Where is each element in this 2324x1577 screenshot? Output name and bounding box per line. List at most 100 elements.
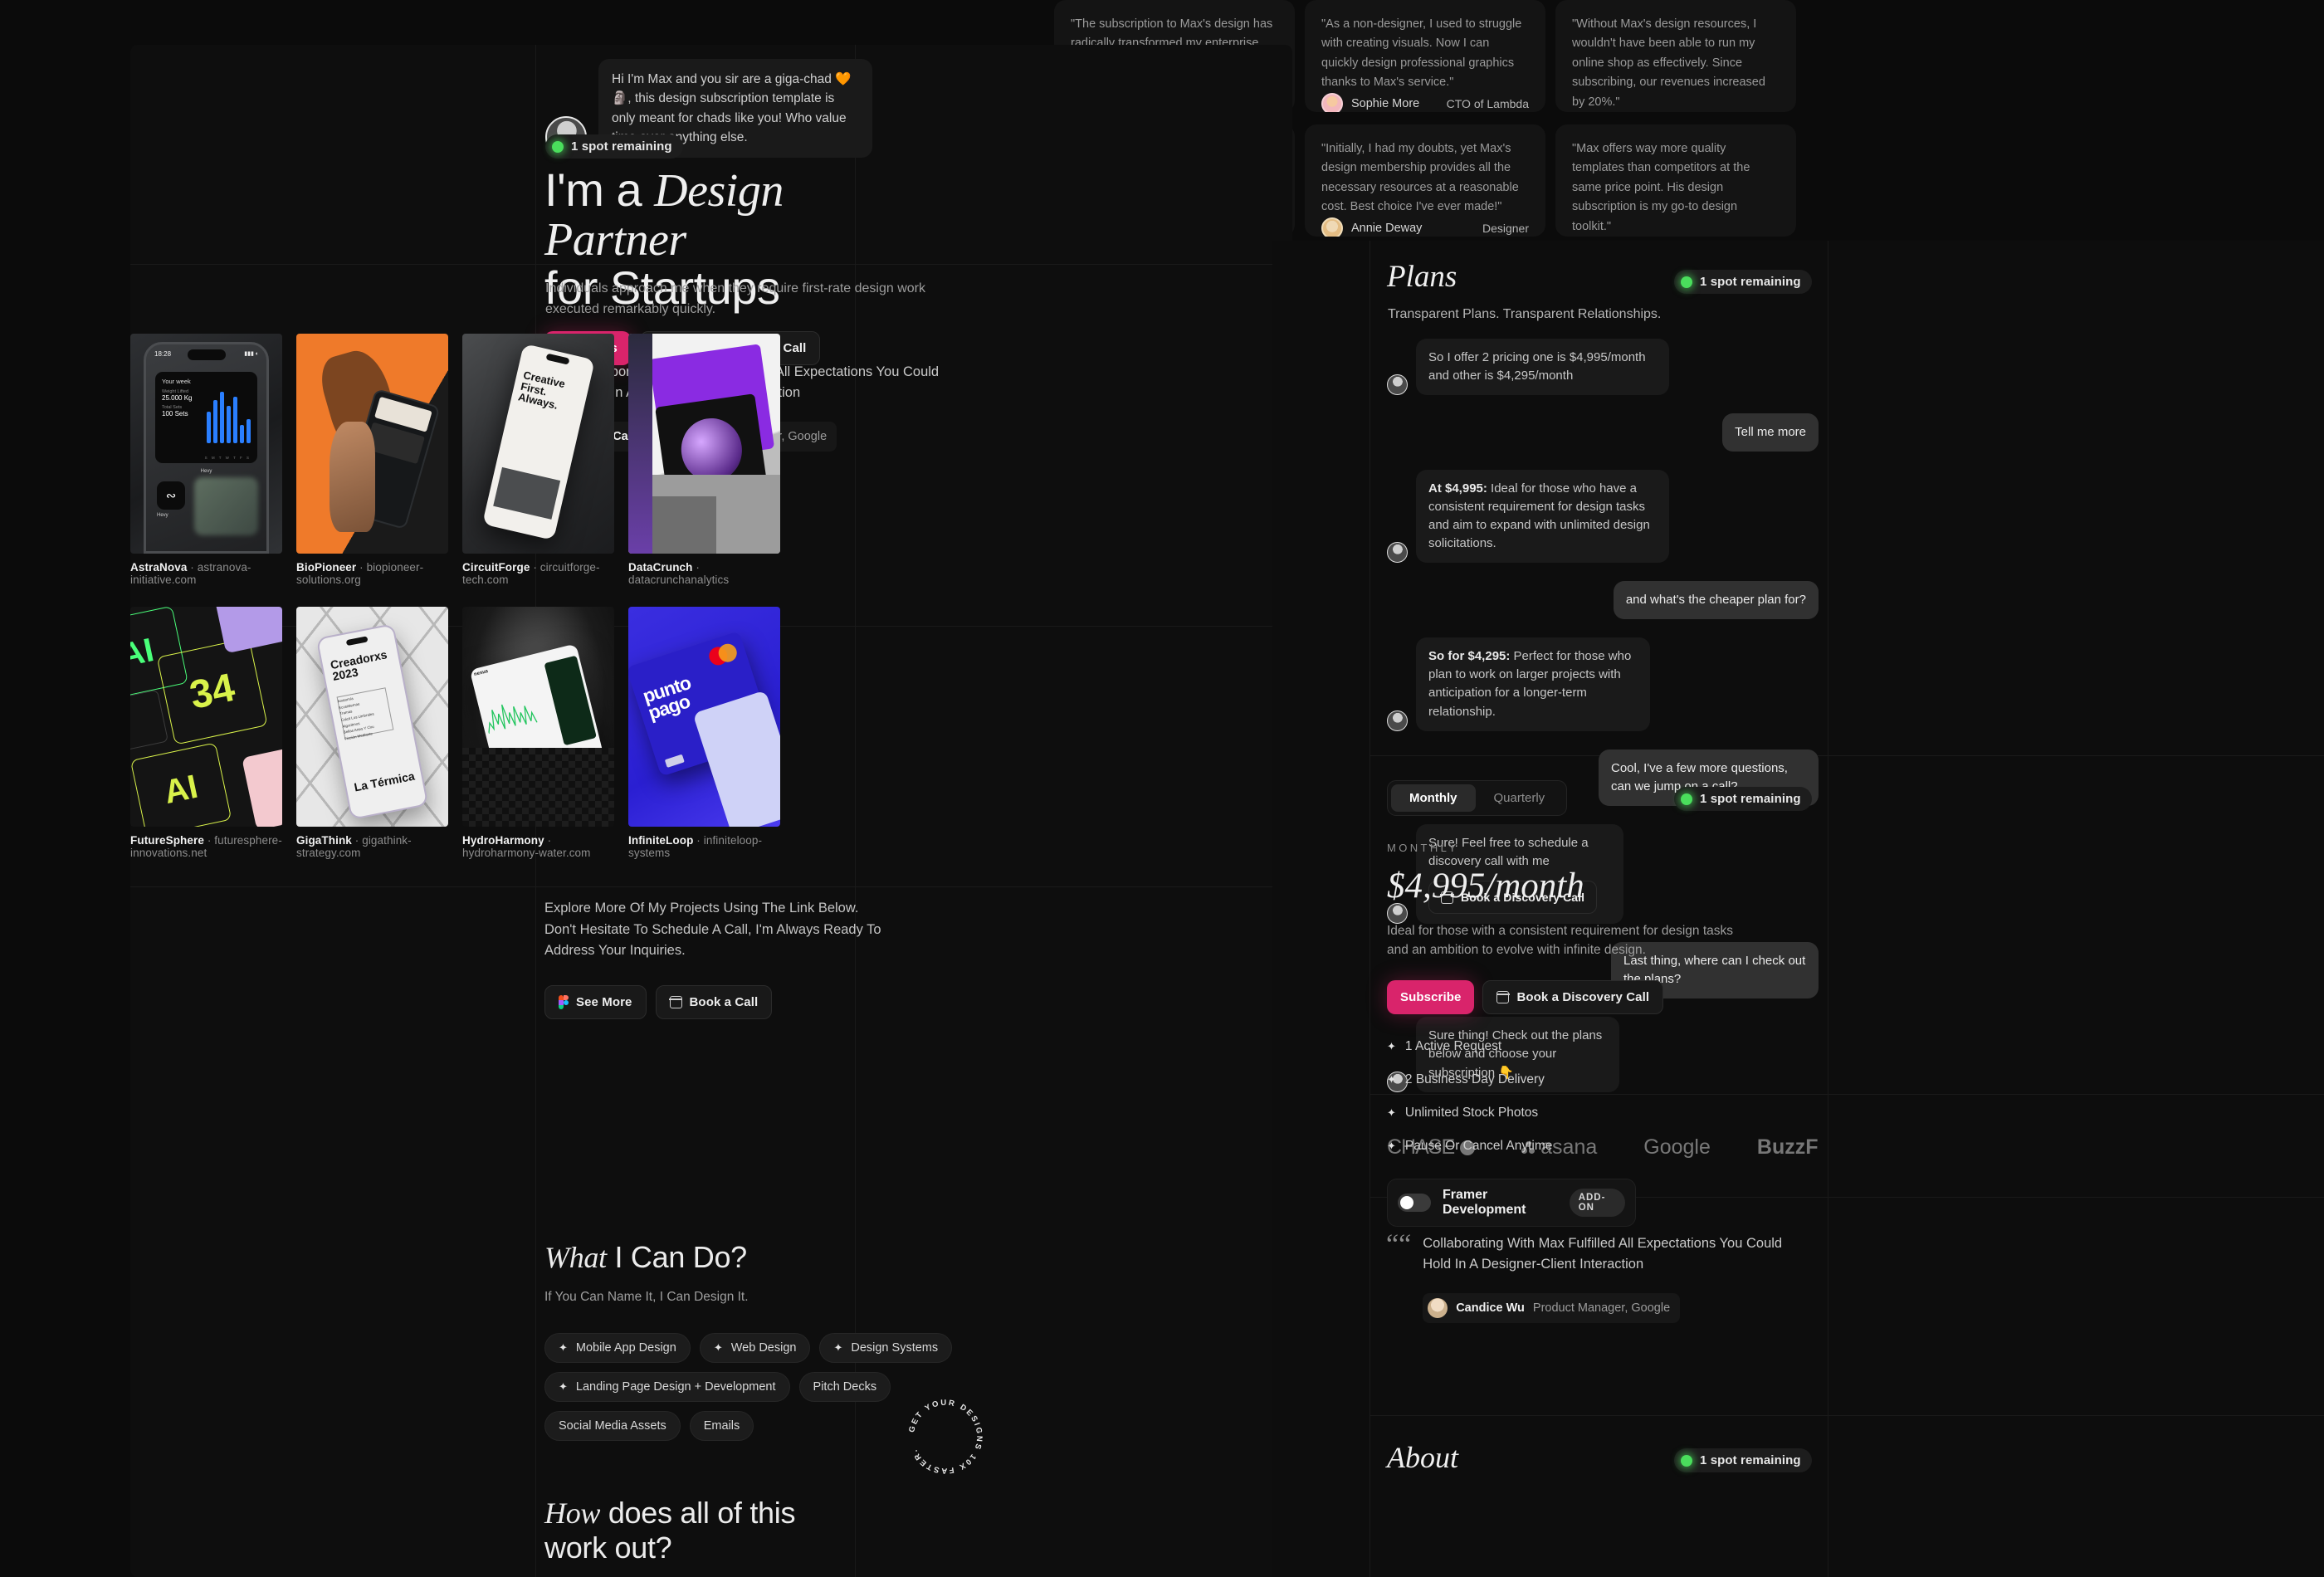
skill-tag[interactable]: ✦ Web Design [699,1333,811,1363]
skill-tag[interactable]: ✦ Mobile App Design [544,1333,691,1363]
book-a-call-button[interactable]: Book a Call [655,984,773,1019]
avatar [1387,710,1408,731]
calendar-icon [1496,990,1511,1003]
hero-spot-badge: 1 spot remaining [545,134,683,159]
project-card[interactable]: nexus HydroHarmony · hydroharmony-water.… [462,607,614,859]
logo-asana: asana [1521,1135,1597,1160]
how-heading: How does all of this work out? [544,1496,937,1565]
project-name: InfiniteLoop [628,834,694,847]
status-dot [1681,1454,1692,1467]
skill-tag[interactable]: Pitch Decks [798,1372,891,1402]
quote-author-name: Candice Wu [1456,1301,1525,1315]
pricing-cta-row: Subscribe Book a Discovery Call [1387,979,1810,1014]
pricing-card: MONTHLY $4,995/month Ideal for those wit… [1387,842,1810,1227]
project-card[interactable]: 18:28 ▮▮▮ ◐ Your week Weight Lifted 25.0… [130,334,282,586]
project-thumbnail [628,334,780,554]
tab-quarterly[interactable]: Quarterly [1476,784,1564,812]
testimonial-card[interactable]: "As a non-designer, I used to struggle w… [1305,0,1545,112]
bottom-quote-block: ““ Collaborating With Max Fulfilled All … [1386,1229,1796,1323]
spot-label: 1 spot remaining [1700,275,1801,289]
testimonial-quote: "Initially, I had my doubts, yet Max's d… [1321,142,1519,214]
sparkle-icon: ✦ [1387,1106,1396,1119]
sparkle-icon: ✦ [1387,1039,1396,1052]
see-more-label: See More [576,994,632,1009]
spot-label: 1 spot remaining [571,139,672,154]
chat-bubble: So for $4,295: Perfect for those who pla… [1416,637,1650,731]
skill-tag[interactable]: ✦ Design Systems [819,1333,953,1363]
spot-label: 1 spot remaining [1700,792,1801,806]
quote-attribution[interactable]: Candice Wu Product Manager, Google [1423,1292,1681,1323]
tab-monthly[interactable]: Monthly [1391,784,1476,812]
plans-heading: Plans [1387,260,1457,294]
addon-toggle-switch[interactable] [1398,1193,1431,1212]
addon-row[interactable]: Framer Development ADD-ON [1387,1178,1636,1227]
pricing-kicker: MONTHLY [1387,842,1459,854]
project-label: CircuitForge · circuitforge-tech.com [462,561,600,586]
plans-preview-panel: Plans 1 spot remaining Transparent Plans… [1272,241,2324,1577]
project-thumbnail: Creadorxs 2023 Anatomía Ecosistemas Tramas C… [296,607,448,827]
project-name: DataCrunch [628,561,693,574]
sparkle-icon: ✦ [833,1341,843,1354]
testimonial-name: Annie Deway [1351,221,1423,235]
skills-heading-rest: I Can Do? [606,1240,747,1274]
feature-item: ✦ 2 Business Day Delivery [1387,1072,1545,1086]
chat-message-right: and what's the cheaper plan for? [1387,581,1819,620]
pricing-amount: $4,995/month [1387,867,1584,906]
how-heading-italic: How [544,1496,601,1530]
project-url: hydroharmony-water.com [462,847,591,859]
chat-message-left: So for $4,295: Perfect for those who pla… [1387,637,1819,731]
quote-icon: ““ [1386,1229,1412,1260]
feature-item: ✦ Unlimited Stock Photos [1387,1105,1539,1120]
skill-tag[interactable]: Social Media Assets [544,1411,681,1441]
testimonial-role: Designer [1482,221,1529,235]
sparkle-icon: ✦ [713,1341,723,1354]
chat-bubble: At $4,995: Ideal for those who have a co… [1416,470,1669,564]
title-part-a: I'm a [544,164,655,216]
project-card[interactable]: BioPioneer · biopioneer-solutions.org [296,334,448,586]
pricing-spot-badge: 1 spot remaining [1674,787,1812,811]
avatar [1387,374,1408,396]
project-label: FutureSphere · futuresphere-innovations.… [130,834,282,859]
project-thumbnail: Creative First. Always. [462,334,614,554]
chat-bubble-bold: So for $4,295: [1428,649,1511,664]
testimonial-role: CTO of Lambda [1446,96,1529,110]
project-card[interactable]: Creative First. Always. CircuitForge · cir… [462,334,614,586]
billing-period-toggle[interactable]: Monthly Quarterly [1387,780,1568,816]
testimonial-card[interactable]: "Max offers way more quality templates t… [1555,124,1796,237]
about-heading: About [1387,1441,1458,1474]
skill-tag[interactable]: Emails [689,1411,754,1441]
avatar [1321,92,1343,112]
chat-bubble: Tell me more [1722,413,1819,452]
testimonial-card[interactable]: "Initially, I had my doubts, yet Max's d… [1305,124,1545,237]
project-thumbnail: 18:28 ▮▮▮ ◐ Your week Weight Lifted 25.0… [130,334,282,554]
book-discovery-call-button[interactable]: Book a Discovery Call [1482,979,1664,1014]
project-card[interactable]: punto pago InfiniteLoop · infiniteloop-sy… [628,607,780,859]
project-label: BioPioneer · biopioneer-solutions.org [296,561,424,586]
how-heading-line2: work out? [544,1531,672,1565]
divider [1370,1415,2324,1416]
project-name: GigaThink [296,834,352,847]
project-thumbnail [296,334,448,554]
project-card[interactable]: AI 34 AI FutureSphere · futuresphere-inn… [130,607,282,859]
plans-spot-badge: 1 spot remaining [1674,270,1812,294]
chat-bubble-bold: At $4,995: [1428,481,1487,496]
skill-tag[interactable]: ✦ Landing Page Design + Development [544,1372,790,1402]
testimonial-name: Sophie More [1351,96,1420,110]
quote-author-role: Product Manager, Google [1532,1301,1671,1315]
plans-subtitle: Transparent Plans. Transparent Relations… [1388,307,1662,321]
sparkle-icon: ✦ [1387,1072,1396,1086]
testimonial-quote: "As a non-designer, I used to struggle w… [1321,17,1522,90]
testimonial-quote: "Max offers way more quality templates t… [1572,142,1750,233]
project-card[interactable]: DataCrunch · datacrunchanalytics [628,334,780,586]
see-more-button[interactable]: See More [544,984,647,1019]
addon-label: Framer Development [1443,1187,1526,1217]
logo-buzzfeed: BuzzF [1756,1135,1819,1159]
left-preview-panel: Hi I'm Max and you sir are a giga-chad 🧡… [130,45,1292,1577]
status-dot [552,140,564,153]
subscribe-button[interactable]: Subscribe [1387,979,1475,1014]
project-card[interactable]: Creadorxs 2023 Anatomía Ecosistemas Tramas C… [296,607,448,859]
spot-label: 1 spot remaining [1700,1453,1801,1467]
project-name: FutureSphere [130,834,204,847]
project-label: HydroHarmony · hydroharmony-water.com [462,834,591,859]
testimonial-card[interactable]: "Without Max's design resources, I would… [1555,0,1796,112]
